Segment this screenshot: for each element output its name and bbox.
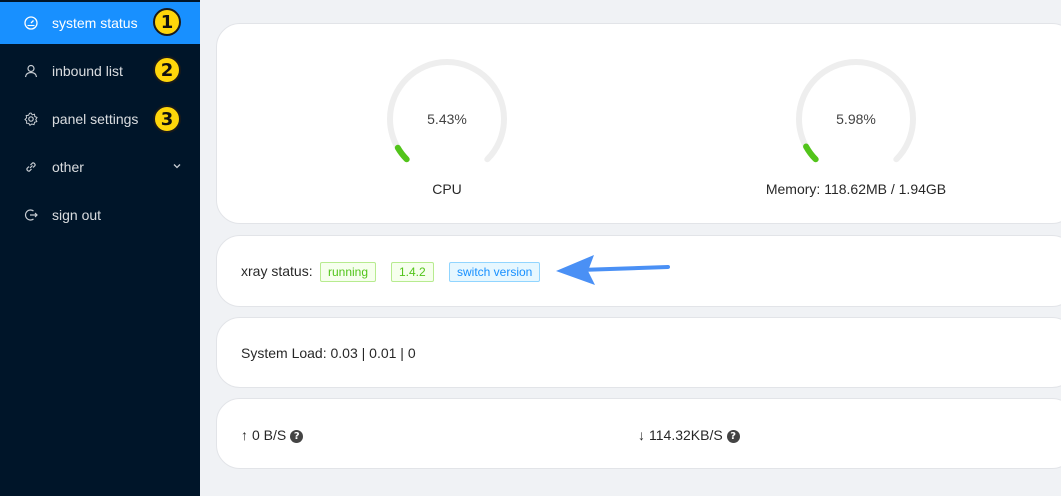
annotation-badge-2: 2 bbox=[153, 56, 181, 84]
sidebar-item-label: inbound list bbox=[52, 63, 123, 79]
help-icon[interactable]: ? bbox=[726, 429, 740, 443]
download-speed: ↓ 114.32KB/S? bbox=[638, 427, 740, 443]
cpu-label: CPU bbox=[432, 181, 462, 197]
upload-speed: ↑ 0 B/S? bbox=[241, 427, 304, 443]
memory-percent: 5.98% bbox=[836, 111, 876, 127]
sidebar-item-other[interactable]: other bbox=[0, 146, 200, 188]
cpu-percent: 5.43% bbox=[427, 111, 467, 127]
upload-speed-value: 0 B/S bbox=[252, 427, 287, 443]
annotation-badge-1: 1 bbox=[153, 8, 181, 36]
switch-version-button[interactable]: switch version bbox=[449, 262, 541, 282]
sidebar-item-label: panel settings bbox=[52, 111, 139, 127]
sidebar-item-label: sign out bbox=[52, 207, 102, 223]
xray-status-label: xray status: bbox=[241, 263, 313, 279]
sidebar-item-label: system status bbox=[52, 15, 138, 31]
annotation-arrow bbox=[556, 255, 670, 285]
help-icon[interactable]: ? bbox=[290, 429, 304, 443]
download-speed-value: 114.32KB/S bbox=[649, 427, 723, 443]
arrow-down-icon: ↓ bbox=[638, 427, 645, 443]
system-load-text: System Load: 0.03 | 0.01 | 0 bbox=[241, 345, 416, 361]
system-load-card: System Load: 0.03 | 0.01 | 0 bbox=[216, 317, 1061, 388]
chevron-down-icon bbox=[173, 164, 181, 169]
logout-icon bbox=[24, 208, 38, 222]
sidebar-item-sign-out[interactable]: sign out bbox=[0, 194, 200, 236]
annotation-badge-3: 3 bbox=[153, 105, 181, 133]
arrow-up-icon: ↑ bbox=[241, 427, 248, 443]
sidebar-item-label: other bbox=[52, 159, 84, 175]
dashboard-icon bbox=[24, 16, 38, 30]
user-icon bbox=[24, 64, 38, 78]
gear-icon bbox=[24, 112, 38, 126]
link-icon bbox=[24, 160, 38, 174]
resource-gauges-card: 5.43% CPU 5.98% Memory: 118.62MB / 1.94G… bbox=[216, 23, 1061, 224]
memory-label: Memory: 118.62MB / 1.94GB bbox=[765, 181, 947, 197]
xray-version-tag: 1.4.2 bbox=[391, 262, 434, 282]
network-speed-card: ↑ 0 B/S? ↓ 114.32KB/S? bbox=[216, 398, 1061, 469]
xray-running-tag: running bbox=[320, 262, 377, 282]
